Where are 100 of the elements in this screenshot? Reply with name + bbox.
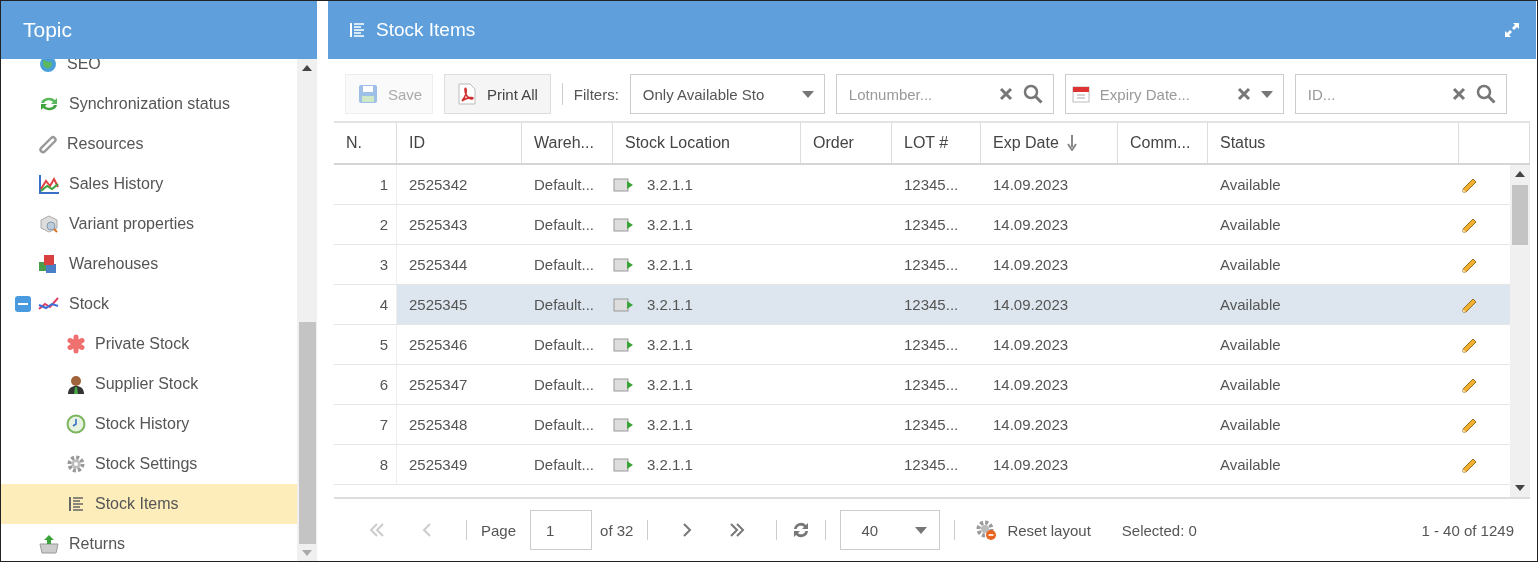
- tree-item[interactable]: Resources: [1, 124, 297, 164]
- column-header[interactable]: Wareh...: [522, 123, 613, 163]
- table-cell-text: Available: [1219, 296, 1282, 313]
- tree-item[interactable]: Stock History: [1, 404, 297, 444]
- table-cell-text: Available: [1219, 256, 1282, 273]
- column-header[interactable]: ID: [397, 123, 522, 163]
- table-cell-text: 14.09.2023: [992, 216, 1070, 233]
- table-cell-text: Default...: [533, 296, 596, 313]
- page-label: Page: [481, 521, 517, 539]
- reset-layout-button[interactable]: Reset layout: [969, 510, 1097, 550]
- gear-icon: [66, 454, 86, 474]
- tree-item[interactable]: Sales History: [1, 164, 297, 204]
- chart-icon: [38, 174, 60, 194]
- table-cell-text: 14.09.2023: [992, 336, 1070, 353]
- table-cell: 3.2.1.1: [647, 216, 693, 233]
- table-cell-text: 2525349: [408, 456, 469, 473]
- clear-icon[interactable]: [998, 87, 1013, 101]
- table-cell-text: 12345...: [903, 376, 960, 393]
- table-cell-text: 2525348: [408, 416, 469, 433]
- table-cell-text: 2525344: [408, 256, 469, 273]
- table-cell-text: 12345...: [903, 336, 960, 353]
- table-cell: 3.2.1.1: [647, 296, 693, 313]
- paperclip-icon: [38, 134, 58, 154]
- table-cell: 3.2.1.1: [647, 336, 693, 353]
- collapse-icon[interactable]: [15, 296, 31, 312]
- location-arrow-icon: [613, 256, 635, 273]
- table-cell-text: Default...: [533, 416, 596, 433]
- clock-icon: [66, 414, 86, 434]
- scroll-up-icon[interactable]: [1515, 171, 1525, 177]
- column-header[interactable]: Exp Date: [981, 123, 1118, 163]
- table-cell-text: 12345...: [903, 416, 960, 433]
- table-row[interactable]: 5 2525346 Default... 3.2.1.1 12345... 14.09.2023 Available: [334, 325, 1510, 365]
- table-cell-text: 2525345: [408, 296, 469, 313]
- search-icon[interactable]: [1475, 84, 1496, 104]
- calendar-icon: [1071, 85, 1090, 103]
- column-header[interactable]: Stock Location: [613, 123, 801, 163]
- table-row[interactable]: 6 2525347 Default... 3.2.1.1 12345... 14.09.2023 Available: [334, 365, 1510, 405]
- table-cell-text: Available: [1219, 336, 1282, 353]
- tree-item[interactable]: Warehouses: [1, 244, 297, 284]
- page-input[interactable]: 1: [530, 510, 593, 550]
- globe-icon: [38, 59, 58, 74]
- table-cell-text: 2525343: [408, 216, 469, 233]
- last-page-icon[interactable]: [729, 522, 746, 538]
- tree-item[interactable]: Stock Settings: [1, 444, 297, 484]
- scroll-down-icon[interactable]: [1515, 485, 1525, 491]
- tree-item[interactable]: Synchronization status: [1, 84, 297, 124]
- search-icon[interactable]: [1022, 84, 1043, 104]
- scrollbar[interactable]: [297, 59, 317, 561]
- table-cell-text: 12345...: [903, 456, 960, 473]
- table-cell-text: 14.09.2023: [992, 376, 1070, 393]
- filters-label: Filters:: [573, 85, 619, 103]
- table-row[interactable]: 1 2525342 Default... 3.2.1.1 12345... 14.09.2023 Available: [334, 165, 1510, 205]
- table-row[interactable]: 4 2525345 Default... 3.2.1.1 12345... 14.09.2023 Available: [334, 285, 1510, 325]
- scrollbar-thumb[interactable]: [1512, 185, 1528, 245]
- table-row[interactable]: 8 2525349 Default... 3.2.1.1 12345... 14.09.2023 Available: [334, 445, 1510, 485]
- table-cell-text: Available: [1219, 416, 1282, 433]
- column-header[interactable]: LOT #: [892, 123, 981, 163]
- table-cell: 3.2.1.1: [647, 416, 693, 433]
- table-cell-text: 14.09.2023: [992, 176, 1070, 193]
- scrollbar-thumb[interactable]: [298, 322, 316, 544]
- person-icon: [66, 374, 86, 394]
- basket-icon: [38, 534, 60, 554]
- location-arrow-icon: [613, 176, 635, 193]
- clear-icon[interactable]: [1236, 87, 1251, 101]
- tree-item[interactable]: Supplier Stock: [1, 364, 297, 404]
- column-header[interactable]: Comm...: [1118, 123, 1208, 163]
- column-header[interactable]: Status: [1208, 123, 1459, 163]
- table-row[interactable]: 2 2525343 Default... 3.2.1.1 12345... 14.09.2023 Available: [334, 205, 1510, 245]
- print-button[interactable]: Print All: [444, 74, 551, 114]
- caret-icon: [915, 526, 928, 534]
- table-cell-text: 2525342: [408, 176, 469, 193]
- clear-icon[interactable]: [1451, 87, 1466, 101]
- panel-title: Stock Items: [376, 19, 477, 41]
- column-header[interactable]: Order: [801, 123, 892, 163]
- status-dropdown[interactable]: Only Available Sto: [629, 74, 825, 114]
- scroll-up-icon[interactable]: [302, 64, 312, 71]
- tree-item[interactable]: Stock Items: [1, 484, 297, 524]
- caret-icon[interactable]: [1260, 90, 1273, 98]
- page-size-dropdown[interactable]: 40: [840, 510, 941, 550]
- table-cell-text: Default...: [533, 256, 596, 273]
- caret-icon: [801, 90, 814, 98]
- page-count: of 32: [600, 521, 634, 539]
- floppy-icon: [358, 84, 378, 104]
- table-cell-text: 14.09.2023: [992, 456, 1070, 473]
- table-cell-text: 12345...: [903, 256, 960, 273]
- table-cell-text: 14.09.2023: [992, 416, 1070, 433]
- column-header[interactable]: N.: [334, 123, 397, 163]
- table-cell: 3.2.1.1: [647, 176, 693, 193]
- tree-item[interactable]: Variant properties: [1, 204, 297, 244]
- selected-count: Selected: 0: [1121, 521, 1197, 539]
- tree-item[interactable]: Private Stock: [1, 324, 297, 364]
- table-cell-text: 12345...: [903, 176, 960, 193]
- gear-icon: [975, 519, 998, 541]
- tree-item[interactable]: Returns: [1, 524, 297, 561]
- scrollbar[interactable]: [1510, 165, 1530, 497]
- location-arrow-icon: [613, 216, 635, 233]
- table-row[interactable]: 7 2525348 Default... 3.2.1.1 12345... 14.09.2023 Available: [334, 405, 1510, 445]
- line-chart-icon: [38, 296, 60, 312]
- expand-icon[interactable]: [1502, 20, 1522, 40]
- tree-item[interactable]: Stock: [1, 284, 297, 324]
